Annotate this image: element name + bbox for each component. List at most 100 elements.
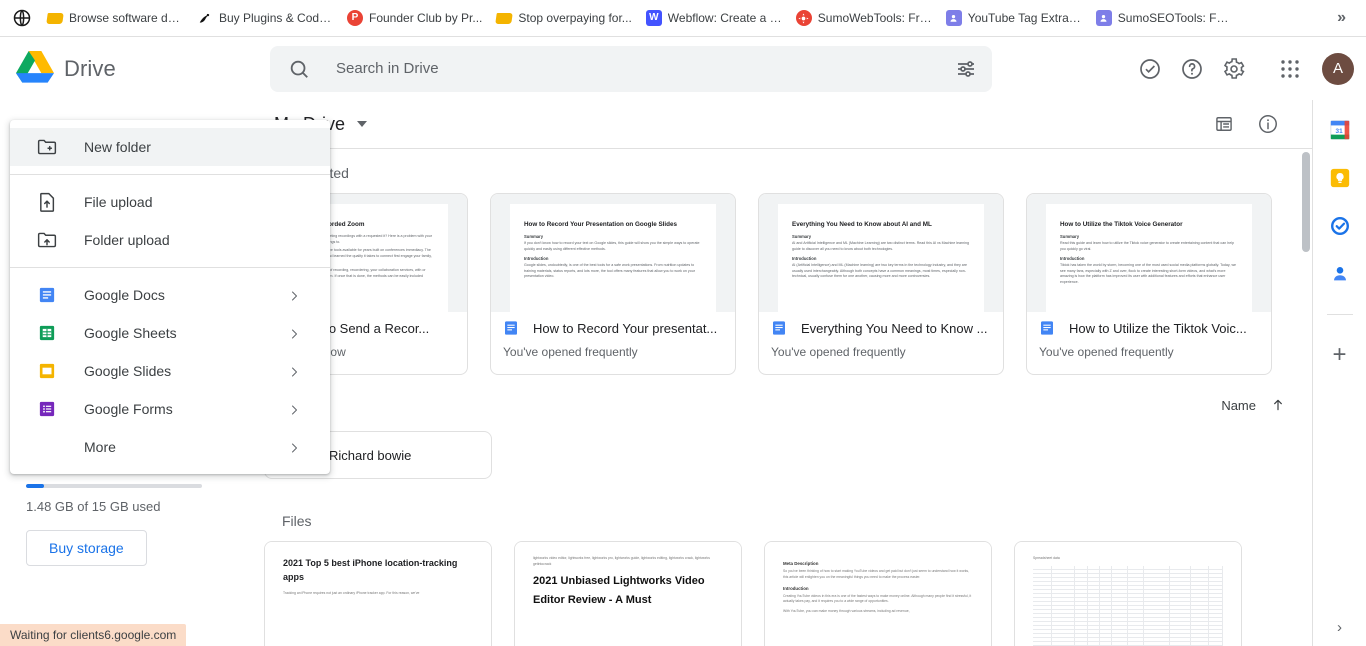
thumb-section-heading: Introduction: [524, 256, 549, 262]
google-contacts-icon[interactable]: [1328, 262, 1352, 286]
bookmark-label: Webflow: Create a c...: [667, 11, 782, 25]
chevron-down-icon[interactable]: [357, 121, 367, 127]
bookmark-item[interactable]: SumoWebTools: Fre...: [789, 5, 939, 31]
suggested-file-card[interactable]: How to Utilize the Tiktok Voice Generato…: [1026, 193, 1272, 375]
thumb-section-heading: Introduction: [783, 585, 809, 591]
divider: [1326, 314, 1353, 315]
app-title: Drive: [64, 55, 116, 81]
menu-item-folder-upload[interactable]: Folder upload: [10, 221, 330, 259]
google-apps-grid-icon[interactable]: [1270, 49, 1310, 89]
drive-logo-link[interactable]: Drive: [16, 49, 246, 88]
file-thumbnail: Meta Description So you've been thinking …: [765, 542, 991, 646]
google-calendar-icon[interactable]: 31: [1328, 118, 1352, 142]
bookmark-item[interactable]: Browse software de...: [40, 5, 190, 31]
bookmark-label: Stop overpaying for...: [518, 11, 632, 25]
p-icon: P: [347, 10, 363, 26]
file-subtitle: You've opened frequently: [771, 345, 906, 359]
sort-ascending-arrow-icon: [1270, 397, 1286, 413]
thumb-section-body: AI (Artificial Intelligence) and ML (Mac…: [792, 263, 967, 279]
main-content: My Drive Suggested Ten Ways to Send a Re…: [256, 100, 1312, 646]
activity-icon[interactable]: [1130, 49, 1170, 89]
bookmarks-overflow-button[interactable]: »: [1331, 9, 1352, 27]
person-badge-icon: [1095, 10, 1112, 26]
suggested-file-card[interactable]: Everything You Need to Know about AI and…: [758, 193, 1004, 375]
bookmark-label: SumoWebTools: Fre...: [817, 11, 932, 25]
thumb-section-body: Read this guide and learn how to utilize…: [1060, 241, 1235, 251]
bookmark-item[interactable]: W Webflow: Create a c...: [639, 5, 789, 31]
right-side-panel: 31 + ›: [1312, 100, 1366, 646]
file-subtitle: You've opened frequently: [1039, 345, 1174, 359]
file-thumbnail: lightworks video editor, lightworks free…: [515, 542, 741, 646]
menu-item-google-forms[interactable]: Google Forms: [10, 390, 330, 428]
file-thumbnail: How to Record Your Presentation on Googl…: [491, 194, 735, 312]
bookmark-item[interactable]: P Founder Club by Pr...: [340, 5, 489, 31]
menu-item-google-slides[interactable]: Google Slides: [10, 352, 330, 390]
details-info-icon[interactable]: [1250, 106, 1286, 142]
avatar[interactable]: A: [1322, 52, 1354, 85]
bookmark-item[interactable]: YouTube Tag Extrac...: [939, 5, 1089, 31]
google-tasks-icon[interactable]: [1328, 214, 1352, 238]
search-icon: [288, 58, 310, 80]
suggested-file-card[interactable]: How to Record Your Presentation on Googl…: [490, 193, 736, 375]
file-card[interactable]: Spreadsheet data: [1014, 541, 1242, 646]
chevron-right-icon: [288, 289, 300, 301]
scrollbar-thumb[interactable]: [1302, 152, 1310, 252]
file-name-row: How to Utilize the Tiktok Voic...: [1039, 320, 1259, 336]
file-card[interactable]: lightworks video editor, lightworks free…: [514, 541, 742, 646]
google-docs-icon: [503, 320, 519, 336]
webflow-icon: W: [645, 10, 662, 26]
file-subtitle: You've opened frequently: [503, 345, 638, 359]
menu-item-label: Google Slides: [84, 363, 172, 379]
file-upload-icon: [36, 191, 58, 213]
file-scroll-area: Suggested Ten Ways to Send a Recorded Zo…: [256, 149, 1312, 646]
storage-progress-fill: [26, 484, 44, 488]
add-app-button[interactable]: +: [1332, 343, 1346, 367]
google-docs-icon: [1039, 320, 1055, 336]
search-options-icon[interactable]: [954, 57, 978, 81]
bookmark-label: Founder Club by Pr...: [369, 11, 483, 25]
menu-item-more[interactable]: More: [10, 428, 330, 466]
view-controls: [1206, 106, 1286, 142]
file-card[interactable]: Meta Description So you've been thinking …: [764, 541, 992, 646]
suggested-section-label: Suggested: [256, 149, 1312, 181]
files-section-label: Files: [282, 513, 312, 529]
file-thumbnail: Everything You Need to Know about AI and…: [759, 194, 1003, 312]
folder-upload-icon: [36, 229, 58, 251]
google-sheets-icon: [36, 322, 58, 344]
file-name: How to Record Your presentat...: [533, 320, 718, 336]
menu-item-file-upload[interactable]: File upload: [10, 183, 330, 221]
menu-item-new-folder[interactable]: New folder: [10, 128, 330, 166]
globe-icon[interactable]: [8, 4, 36, 32]
thumbnail-page: How to Utilize the Tiktok Voice Generato…: [1046, 204, 1252, 312]
folders-row: Richard bowie: [256, 431, 1312, 479]
thumb-section-heading: Introduction: [792, 256, 817, 262]
vertical-scrollbar[interactable]: [1300, 149, 1312, 646]
bookmark-item[interactable]: Stop overpaying for...: [489, 5, 638, 31]
search-input[interactable]: [336, 60, 954, 77]
header-actions: A: [1130, 49, 1354, 89]
google-docs-icon: [36, 284, 58, 306]
menu-item-label: Google Sheets: [84, 325, 177, 341]
search-bar[interactable]: [270, 45, 992, 92]
chevron-right-icon: [288, 327, 300, 339]
menu-item-google-docs[interactable]: Google Docs: [10, 276, 330, 314]
google-keep-icon[interactable]: [1328, 166, 1352, 190]
list-view-toggle-icon[interactable]: [1206, 106, 1242, 142]
help-icon[interactable]: [1172, 49, 1212, 89]
expand-panel-button[interactable]: ›: [1337, 619, 1342, 636]
spreadsheet-thumbnail: Spreadsheet data: [1033, 556, 1223, 646]
google-slides-icon: [36, 360, 58, 382]
bookmark-label: Buy Plugins & Code...: [219, 11, 333, 25]
bookmark-item[interactable]: Buy Plugins & Code...: [190, 5, 340, 31]
buy-storage-button[interactable]: Buy storage: [26, 530, 147, 566]
thumb-kicker: lightworks video editor, lightworks free…: [533, 556, 710, 566]
menu-item-google-sheets[interactable]: Google Sheets: [10, 314, 330, 352]
bookmark-item[interactable]: SumoSEOTools: Fre...: [1089, 5, 1239, 31]
settings-gear-icon[interactable]: [1214, 49, 1254, 89]
menu-item-label: New folder: [84, 139, 151, 155]
file-card[interactable]: 2021 Top 5 best iPhone location-tracking…: [264, 541, 492, 646]
new-folder-icon: [36, 136, 58, 158]
menu-item-label: Google Docs: [84, 287, 165, 303]
sort-control[interactable]: Name: [1221, 397, 1286, 413]
